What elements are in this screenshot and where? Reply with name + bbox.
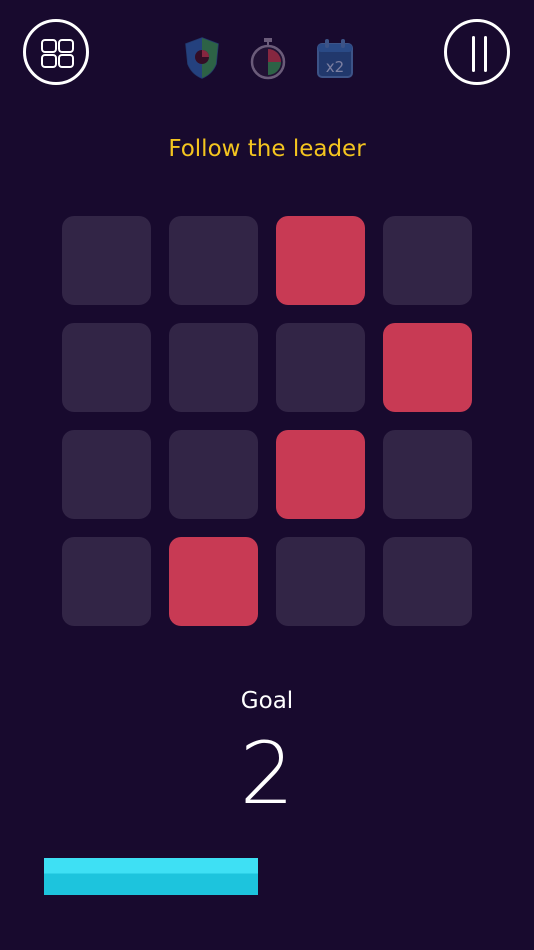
tile[interactable]: [62, 323, 151, 412]
tile[interactable]: [169, 216, 258, 305]
tile[interactable]: [169, 430, 258, 519]
pause-button[interactable]: [444, 19, 510, 85]
tile[interactable]: [383, 430, 472, 519]
goal-label: Goal: [240, 688, 294, 714]
tile[interactable]: [383, 537, 472, 626]
goal-value: 2: [239, 724, 295, 824]
grid-menu-icon: [41, 39, 74, 68]
pause-icon: [468, 36, 492, 72]
tile[interactable]: [383, 216, 472, 305]
tile[interactable]: [62, 216, 151, 305]
double-calendar-powerup-icon[interactable]: x2: [315, 36, 355, 80]
instruction-text: Follow the leader: [168, 136, 366, 162]
tile-board: [62, 216, 472, 626]
progress-bar: [44, 858, 490, 895]
tile[interactable]: [62, 537, 151, 626]
tile-lit[interactable]: [276, 216, 365, 305]
menu-button[interactable]: [23, 19, 89, 85]
progress-bar-fill: [44, 858, 259, 895]
tile-lit[interactable]: [383, 323, 472, 412]
tile[interactable]: [62, 430, 151, 519]
tile[interactable]: [276, 537, 365, 626]
svg-text:x2: x2: [326, 58, 344, 76]
stopwatch-powerup-icon[interactable]: [248, 36, 288, 80]
shield-powerup-icon[interactable]: [182, 36, 222, 80]
tile[interactable]: [276, 323, 365, 412]
tile[interactable]: [169, 323, 258, 412]
tile-lit[interactable]: [169, 537, 258, 626]
tile-lit[interactable]: [276, 430, 365, 519]
